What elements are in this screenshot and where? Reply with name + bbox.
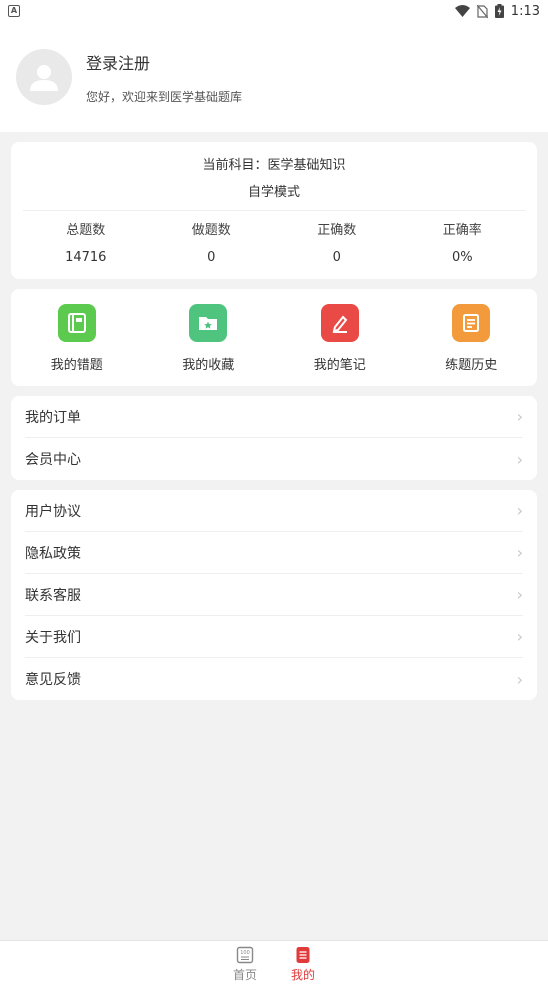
tool-label: 我的笔记 <box>313 358 366 373</box>
favorites-folder-icon <box>189 304 228 342</box>
home-tab-badge: 100 <box>240 950 250 956</box>
stats-grid: 总题数 14716 做题数 0 正确数 0 正确率 0% <box>23 217 525 271</box>
chevron-right-icon: › <box>516 543 523 562</box>
menu-item-contact-support[interactable]: 联系客服 › <box>25 574 523 616</box>
wrong-questions-icon <box>57 304 96 342</box>
notes-pen-icon <box>320 304 359 342</box>
welcome-text: 您好，欢迎来到医学基础题库 <box>86 89 243 104</box>
menu-item-my-orders[interactable]: 我的订单 › <box>25 396 523 438</box>
tab-mine-label: 我的 <box>290 968 315 982</box>
chevron-right-icon: › <box>516 585 523 604</box>
clock-time: 1:13 <box>510 3 540 19</box>
history-list-icon <box>452 304 491 342</box>
menu-item-about-us[interactable]: 关于我们 › <box>25 616 523 658</box>
stat-correct: 正确数 0 <box>274 217 400 271</box>
tool-favorites[interactable]: 我的收藏 <box>143 289 275 386</box>
stat-total: 总题数 14716 <box>23 217 149 271</box>
menu-item-label: 用户协议 <box>25 503 81 520</box>
current-subject[interactable]: 当前科目：医学基础知识 <box>23 152 525 179</box>
stat-value: 0% <box>451 250 473 265</box>
menu-item-label: 联系客服 <box>25 587 81 604</box>
tool-notes[interactable]: 我的笔记 <box>274 289 406 386</box>
menu-item-label: 我的订单 <box>25 409 81 426</box>
mine-tab-icon <box>296 947 310 963</box>
tool-label: 练题历史 <box>445 358 498 373</box>
chevron-right-icon: › <box>516 449 523 469</box>
stat-value: 14716 <box>65 250 107 265</box>
stat-accuracy: 正确率 0% <box>400 217 526 271</box>
profile-header[interactable]: 登录注册 您好，欢迎来到医学基础题库 <box>0 22 548 132</box>
menu-item-label: 隐私政策 <box>25 545 81 562</box>
stat-label: 做题数 <box>191 223 231 238</box>
bottom-tab-bar: 100 首页 我的 <box>0 940 548 988</box>
tool-label: 我的错题 <box>50 358 103 373</box>
tab-home[interactable]: 100 首页 <box>225 941 265 988</box>
menu-item-privacy-policy[interactable]: 隐私政策 › <box>25 532 523 574</box>
login-register-link[interactable]: 登录注册 <box>86 50 242 74</box>
battery-charging-icon <box>494 4 504 18</box>
home-tab-icon: 100 <box>236 946 254 964</box>
study-mode[interactable]: 自学模式 <box>23 179 525 206</box>
menu-group-info: 用户协议 › 隐私政策 › 联系客服 › 关于我们 › 意见反馈 › <box>11 490 537 700</box>
tab-mine[interactable]: 我的 <box>283 941 323 988</box>
chevron-right-icon: › <box>516 627 523 646</box>
stat-value: 0 <box>207 250 216 265</box>
stat-label: 正确率 <box>442 223 482 238</box>
tools-card: 我的错题 我的收藏 我的笔记 练题历史 <box>11 289 537 386</box>
chevron-right-icon: › <box>516 407 523 426</box>
stat-done: 做题数 0 <box>149 217 275 271</box>
stats-card: 当前科目：医学基础知识 自学模式 总题数 14716 做题数 0 正确数 0 正… <box>11 142 537 279</box>
menu-item-user-agreement[interactable]: 用户协议 › <box>25 490 523 532</box>
stat-label: 总题数 <box>66 223 106 238</box>
menu-group-account: 我的订单 › 会员中心 › <box>11 396 537 480</box>
divider <box>23 210 525 211</box>
user-avatar-icon <box>30 65 58 91</box>
tab-home-label: 首页 <box>232 968 257 982</box>
menu-item-label: 关于我们 <box>25 629 81 646</box>
status-bar: A 1:13 <box>0 0 548 22</box>
no-sim-icon <box>476 4 488 18</box>
avatar[interactable] <box>16 49 72 105</box>
stat-value: 0 <box>332 250 341 265</box>
stat-label: 正确数 <box>317 223 357 238</box>
menu-item-label: 意见反馈 <box>25 672 81 688</box>
notification-icon: A <box>8 5 20 17</box>
chevron-right-icon: › <box>516 669 523 689</box>
tool-label: 我的收藏 <box>182 358 235 373</box>
chevron-right-icon: › <box>516 501 523 520</box>
menu-item-feedback[interactable]: 意见反馈 › <box>25 658 523 700</box>
tool-history[interactable]: 练题历史 <box>406 289 538 386</box>
wifi-icon <box>454 5 470 17</box>
menu-item-member-center[interactable]: 会员中心 › <box>25 438 523 480</box>
tool-wrong-questions[interactable]: 我的错题 <box>11 289 143 386</box>
menu-item-label: 会员中心 <box>25 452 81 468</box>
